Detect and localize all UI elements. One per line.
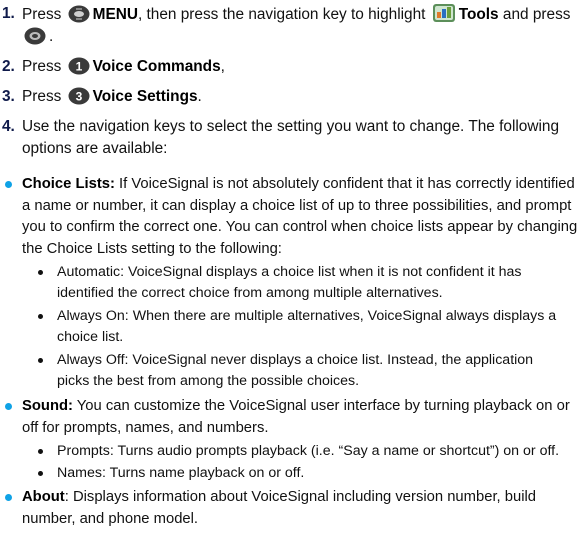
step-text: Press MENU, then press the navigation ke…	[22, 3, 583, 48]
step-number: 1.	[2, 5, 15, 22]
key-1-icon: 1	[68, 57, 90, 75]
option-text: Sound: You can customize the VoiceSignal…	[22, 398, 570, 436]
step-number: 2.	[2, 58, 15, 75]
sub-bullet-dot	[38, 358, 43, 363]
bullet-dot	[5, 181, 12, 188]
step-number: 4.	[2, 118, 15, 135]
svg-text:1: 1	[75, 60, 82, 74]
step-text: Use the navigation keys to select the se…	[22, 118, 560, 157]
tools-label: Tools	[458, 6, 499, 23]
manual-page: 1. Press MENU, then press the navigation…	[0, 0, 587, 556]
step-text: Press 1 Voice Commands,	[22, 57, 225, 75]
tools-app-icon	[432, 3, 456, 23]
svg-text:3: 3	[75, 90, 82, 104]
step-text: Press 3 Voice Settings.	[22, 87, 202, 105]
sub-bullet-dot	[38, 449, 43, 454]
menu-label: MENU	[92, 6, 138, 23]
key-3-icon: 3	[68, 87, 90, 105]
step-number: 3.	[2, 88, 15, 105]
bullet-dot	[5, 494, 12, 501]
menu-key-icon	[68, 5, 90, 23]
voice-settings-label: Voice Settings	[92, 88, 198, 105]
bullet-dot	[5, 403, 12, 410]
option-text: Choice Lists: If VoiceSignal is not abso…	[22, 176, 578, 257]
sub-bullet-dot	[38, 314, 43, 319]
option-title: Sound:	[22, 398, 73, 414]
sub-bullet-dot	[38, 270, 43, 275]
ok-key-icon	[24, 27, 46, 45]
option-title: Choice Lists:	[22, 176, 115, 192]
voice-commands-label: Voice Commands	[92, 58, 221, 75]
sub-bullet-dot	[38, 471, 43, 476]
option-title: About	[22, 489, 65, 505]
option-text: About: Displays information about VoiceS…	[22, 489, 537, 527]
